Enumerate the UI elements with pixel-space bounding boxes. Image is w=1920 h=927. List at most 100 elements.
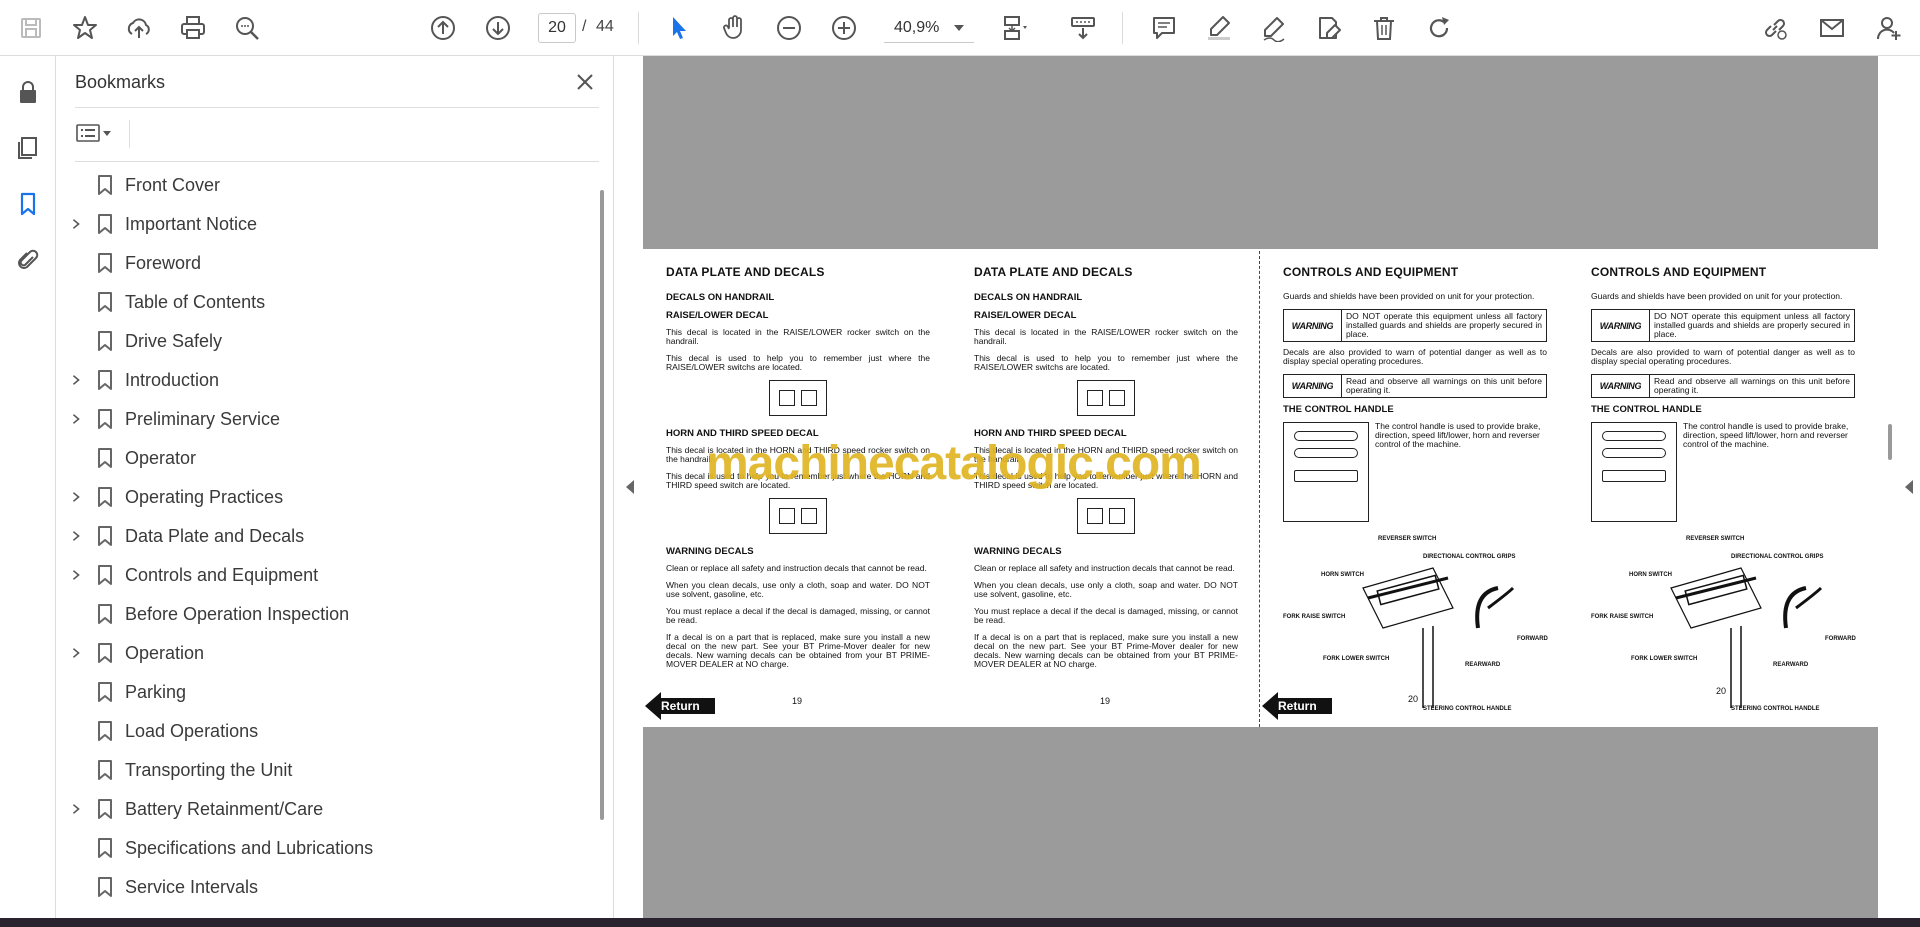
raise-decal-icon <box>779 390 795 406</box>
raise-lower-decal-figure <box>1077 380 1135 416</box>
diagram-label: FORWARD <box>1517 636 1548 642</box>
return-button[interactable]: Return <box>1262 690 1334 722</box>
bookmark-item[interactable]: Specifications and Lubrications <box>57 832 587 864</box>
zoom-in-icon[interactable] <box>825 9 863 47</box>
bookmark-item[interactable]: Controls and Equipment <box>57 559 587 591</box>
chevron-right-icon[interactable] <box>69 217 83 231</box>
chevron-right-icon[interactable] <box>69 802 83 816</box>
bookmark-item[interactable]: Operation <box>57 637 587 669</box>
diagram-label: FORWARD <box>1825 636 1856 642</box>
bookmark-icon <box>94 330 116 352</box>
diagram-label: REARWARD <box>1773 662 1809 668</box>
print-icon[interactable] <box>174 9 212 47</box>
subsection-title: RAISE/LOWER DECAL <box>974 310 1077 321</box>
bookmark-item[interactable]: Service Intervals <box>57 871 587 903</box>
bookmark-item[interactable]: Drive Safely <box>57 325 587 357</box>
bookmark-label: Important Notice <box>125 214 258 234</box>
save-icon[interactable] <box>12 9 50 47</box>
warning-box: WARNING DO NOT operate this equipment unl… <box>1591 309 1855 342</box>
attachment-icon[interactable] <box>10 242 46 278</box>
control-handle-decal-figure <box>1283 422 1369 522</box>
diagram-label: FORK RAISE SWITCH <box>1591 614 1654 620</box>
chevron-right-icon[interactable] <box>69 529 83 543</box>
bookmark-item[interactable]: Important Notice <box>57 208 587 240</box>
paragraph: This decal is located in the RAISE/LOWER… <box>974 327 1238 346</box>
fill-sign-icon[interactable] <box>1310 9 1348 47</box>
pages-icon[interactable] <box>10 130 46 166</box>
chevron-right-icon[interactable] <box>69 412 83 426</box>
warning-tag: WARNING <box>1284 375 1342 397</box>
bookmark-icon <box>94 174 116 196</box>
zoom-find-icon[interactable] <box>228 9 266 47</box>
panel-divider <box>129 120 130 148</box>
bookmark-item[interactable]: Table of Contents <box>57 286 587 318</box>
bookmark-item[interactable]: Introduction <box>57 364 587 396</box>
bookmark-item[interactable]: Data Plate and Decals <box>57 520 587 552</box>
bookmark-item[interactable]: Operating Practices <box>57 481 587 513</box>
subsection-title: WARNING DECALS <box>974 546 1062 557</box>
section-title: DATA PLATE AND DECALS <box>974 265 1133 279</box>
bookmark-label: Front Cover <box>125 175 221 195</box>
bookmarks-scrollbar[interactable] <box>600 190 604 820</box>
return-label: Return <box>1278 699 1317 713</box>
page-number: 20 <box>1408 694 1419 704</box>
fit-page-icon[interactable] <box>994 9 1032 47</box>
bookmark-item[interactable]: Parking <box>57 676 587 708</box>
section-title: CONTROLS AND EQUIPMENT <box>1591 265 1767 279</box>
comment-icon[interactable] <box>1145 9 1183 47</box>
bookmark-item[interactable]: Before Operation Inspection <box>57 598 587 630</box>
page-up-icon[interactable] <box>424 9 462 47</box>
sign-icon[interactable] <box>1255 9 1293 47</box>
bookmark-item[interactable]: Battery Retainment/Care <box>57 793 587 825</box>
paragraph: Clean or replace all safety and instruct… <box>666 563 927 573</box>
zoom-out-icon[interactable] <box>770 9 808 47</box>
chevron-right-icon[interactable] <box>69 646 83 660</box>
toolbar-divider <box>1122 12 1123 44</box>
upload-icon[interactable] <box>120 9 158 47</box>
bookmark-icon <box>94 408 116 430</box>
close-icon[interactable] <box>571 68 599 96</box>
page-20-right-column: CONTROLS AND EQUIPMENT Guards and shields… <box>1591 265 1856 718</box>
return-button[interactable]: Return <box>645 690 717 722</box>
bookmark-icon <box>94 486 116 508</box>
document-scrollbar[interactable] <box>1888 424 1892 460</box>
lock-icon[interactable] <box>10 74 46 110</box>
bookmark-icon <box>94 759 116 781</box>
email-icon[interactable] <box>1813 9 1851 47</box>
star-icon[interactable] <box>66 9 104 47</box>
current-page-input[interactable] <box>538 13 576 43</box>
add-user-icon[interactable] <box>1870 9 1908 47</box>
section-title: DATA PLATE AND DECALS <box>666 265 825 279</box>
bookmark-item[interactable]: Load Operations <box>57 715 587 747</box>
rotate-icon[interactable] <box>1420 9 1458 47</box>
bookmark-item[interactable]: Preliminary Service <box>57 403 587 435</box>
hand-icon[interactable] <box>715 9 753 47</box>
bookmark-icon <box>94 642 116 664</box>
bookmark-item[interactable]: Foreword <box>57 247 587 279</box>
bookmark-item[interactable]: Operator <box>57 442 587 474</box>
bookmark-icon <box>94 720 116 742</box>
bookmark-icon[interactable] <box>10 186 46 222</box>
chevron-right-icon[interactable] <box>69 373 83 387</box>
paragraph: This decal is used to help you to rememb… <box>974 353 1238 372</box>
bookmark-options-button[interactable] <box>75 119 123 147</box>
bookmark-icon <box>94 213 116 235</box>
bookmark-item[interactable]: Transporting the Unit <box>57 754 587 786</box>
collapse-left-panel-icon[interactable] <box>626 480 634 494</box>
page-down-icon[interactable] <box>479 9 517 47</box>
bookmark-label: Service Intervals <box>125 877 259 897</box>
zoom-chevron-down-icon[interactable] <box>954 25 964 31</box>
select-pointer-icon[interactable] <box>660 9 698 47</box>
delete-icon[interactable] <box>1365 9 1403 47</box>
highlight-icon[interactable] <box>1200 9 1238 47</box>
expand-right-panel-icon[interactable] <box>1905 480 1913 494</box>
chevron-right-icon[interactable] <box>69 568 83 582</box>
scroll-mode-icon[interactable] <box>1064 9 1102 47</box>
chevron-right-icon[interactable] <box>69 490 83 504</box>
bookmark-item[interactable]: Front Cover <box>57 169 587 201</box>
lower-decal-icon <box>1109 390 1125 406</box>
bookmark-label: Foreword <box>125 253 202 273</box>
warning-tag: WARNING <box>1592 375 1650 397</box>
share-link-icon[interactable] <box>1756 9 1794 47</box>
paragraph: This decal is located in the RAISE/LOWER… <box>666 327 930 346</box>
